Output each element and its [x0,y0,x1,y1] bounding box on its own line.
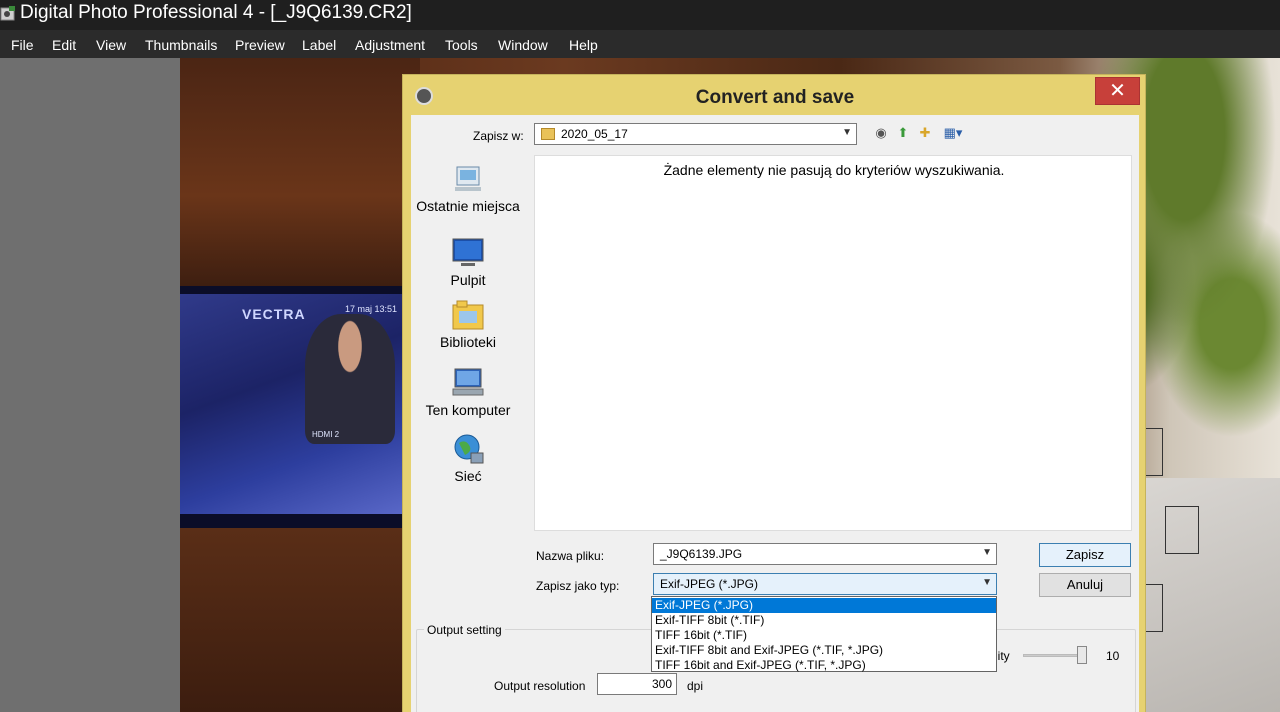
af-point-box [1145,584,1163,632]
place-computer[interactable]: Ten komputer [411,367,525,418]
menu-view[interactable]: View [96,37,126,53]
chevron-down-icon: ▼ [982,547,992,558]
new-folder-icon[interactable]: ✚ [917,125,933,141]
menu-tools[interactable]: Tools [445,37,478,53]
menu-window[interactable]: Window [498,37,548,53]
save-in-combo[interactable]: 2020_05_17 ▼ [534,123,857,145]
place-label: Pulpit [450,272,486,288]
chevron-down-icon: ▼ [842,127,852,138]
filetype-option[interactable]: TIFF 16bit and Exif-JPEG (*.TIF, *.JPG) [652,658,996,673]
folder-icon [541,128,555,140]
af-point-box [1145,428,1163,476]
dpi-label: dpi [687,679,704,693]
recent-places-icon [451,163,485,195]
place-desktop[interactable]: Pulpit [411,237,525,288]
photo-tv-hdmi: HDMI 2 [312,430,340,439]
view-menu-icon[interactable]: ▦▾ [939,125,967,141]
menu-preview[interactable]: Preview [235,37,285,53]
menu-file[interactable]: File [11,37,34,53]
photo-tv: VECTRA 17 maj 13:51 HDMI 2 [180,286,420,536]
menu-thumbnails[interactable]: Thumbnails [145,37,217,53]
filename-input[interactable]: _J9Q6139.JPG ▼ [653,543,997,565]
network-globe-icon [451,433,485,465]
cancel-button[interactable]: Anuluj [1039,573,1131,597]
menu-help[interactable]: Help [569,37,598,53]
output-setting-label: Output setting [424,623,505,637]
menu-label[interactable]: Label [302,37,336,53]
menu-edit[interactable]: Edit [52,37,76,53]
computer-icon [451,367,485,399]
filetype-select[interactable]: Exif-JPEG (*.JPG) ▼ [653,573,997,595]
photo-tv-date: 17 maj 13:51 [345,304,398,314]
af-point-box [1165,506,1199,554]
save-in-label: Zapisz w: [473,129,524,143]
photo-cabinet [180,528,420,712]
place-label: Sieć [454,468,482,484]
place-network[interactable]: Sieć [411,433,525,484]
quality-slider-track[interactable] [1023,654,1085,657]
filetype-option[interactable]: Exif-JPEG (*.JPG) [652,598,996,613]
menu-adjustment[interactable]: Adjustment [355,37,425,53]
quality-value: 10 [1106,649,1120,663]
photo-tv-screen: VECTRA 17 maj 13:51 HDMI 2 [180,294,408,514]
filename-label: Nazwa pliku: [536,549,605,563]
output-resolution-label: Output resolution [494,679,586,693]
save-button[interactable]: Zapisz [1039,543,1131,567]
place-libraries[interactable]: Biblioteki [411,299,525,350]
filetype-value: Exif-JPEG (*.JPG) [660,577,759,591]
photo-wood-area [180,58,420,288]
title-bar: Digital Photo Professional 4 - [_J9Q6139… [0,0,1280,30]
save-in-value: 2020_05_17 [561,127,628,141]
filename-value: _J9Q6139.JPG [660,547,743,561]
place-label: Biblioteki [439,334,497,350]
filetype-option[interactable]: TIFF 16bit (*.TIF) [652,628,996,643]
place-recent[interactable]: Ostatnie miejsca [411,163,525,214]
place-label: Ostatnie miejsca [416,198,520,214]
file-list[interactable]: Żadne elementy nie pasują do kryteriów w… [534,155,1132,531]
menu-bar: File Edit View Thumbnails Preview Label … [0,30,1280,58]
app-icon [0,5,16,23]
photo-tv-person [305,314,395,444]
dialog-title: Convert and save [695,87,855,108]
chevron-down-icon: ▼ [982,577,992,588]
back-icon[interactable]: ◉ [873,125,889,141]
filetype-dropdown-list: Exif-JPEG (*.JPG) Exif-TIFF 8bit (*.TIF)… [651,596,997,672]
libraries-icon [451,299,485,331]
filetype-label: Zapisz jako typ: [536,579,620,593]
quality-label: lity [995,649,1010,663]
window-title: Digital Photo Professional 4 - [_J9Q6139… [20,2,412,23]
place-label: Ten komputer [425,402,511,418]
empty-message: Żadne elementy nie pasują do kryteriów w… [663,162,1005,178]
quality-slider-thumb[interactable] [1077,646,1087,664]
output-resolution-input[interactable]: 300 [597,673,677,695]
photo-tv-logo: VECTRA [242,306,306,322]
filetype-option[interactable]: Exif-TIFF 8bit (*.TIF) [652,613,996,628]
close-icon[interactable]: ✕ [1095,77,1140,105]
up-folder-icon[interactable]: ⬆ [895,125,911,141]
desktop-icon [451,237,485,269]
left-panel [0,58,180,712]
filetype-option[interactable]: Exif-TIFF 8bit and Exif-JPEG (*.TIF, *.J… [652,643,996,658]
